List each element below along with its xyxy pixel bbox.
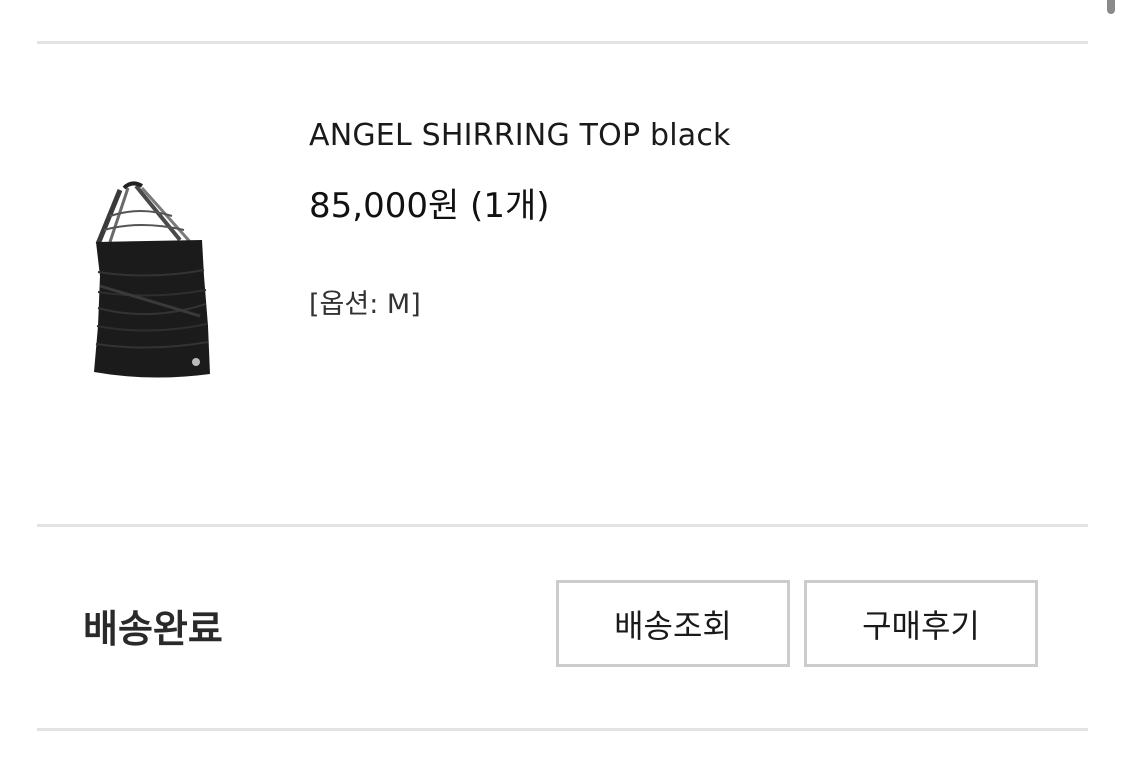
halter-top-icon xyxy=(94,181,210,378)
scrollbar-thumb[interactable] xyxy=(1107,0,1115,14)
product-option: [옵션: M] xyxy=(309,289,421,320)
delivery-status: 배송완료 xyxy=(83,607,223,651)
track-delivery-button[interactable]: 배송조회 xyxy=(556,580,790,667)
divider-bottom xyxy=(37,728,1088,731)
product-price: 85,000원 (1개) xyxy=(309,186,550,226)
divider-middle xyxy=(37,524,1088,527)
product-image[interactable] xyxy=(80,176,222,386)
divider-top xyxy=(37,41,1088,44)
write-review-button[interactable]: 구매후기 xyxy=(804,580,1038,667)
product-name[interactable]: ANGEL SHIRRING TOP black xyxy=(309,118,731,153)
